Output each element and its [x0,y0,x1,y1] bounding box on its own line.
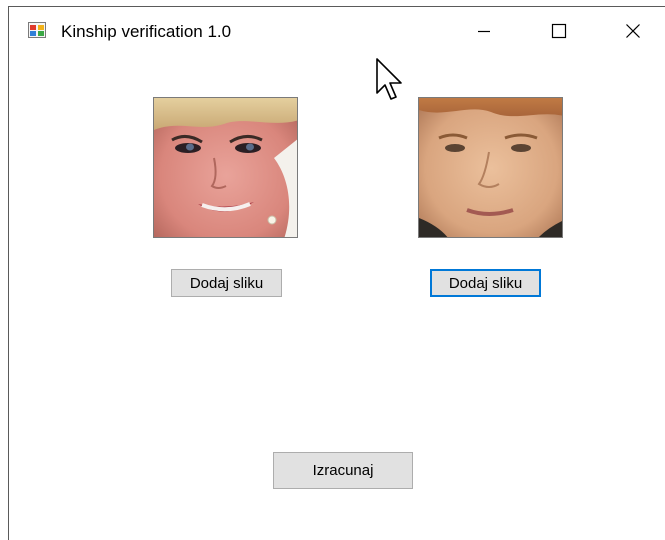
add-image-button-left[interactable]: Dodaj sliku [171,269,282,297]
app-window: Kinship verification 1.0 Dodaj sliku Dod… [8,6,665,540]
window-title: Kinship verification 1.0 [61,22,232,41]
mouse-cursor-icon [375,57,405,105]
face-photo-young-man [418,97,563,238]
face-photo-woman [153,97,298,238]
minimize-icon [477,24,491,43]
maximize-button[interactable] [536,7,582,59]
app-icon[interactable] [28,22,46,38]
close-icon [625,23,641,44]
add-image-button-right[interactable]: Dodaj sliku [430,269,541,297]
maximize-icon [551,23,567,44]
minimize-button[interactable] [461,7,507,59]
calculate-button[interactable]: Izracunaj [273,452,413,489]
title-bar[interactable]: Kinship verification 1.0 [9,7,665,59]
close-button[interactable] [610,7,656,59]
